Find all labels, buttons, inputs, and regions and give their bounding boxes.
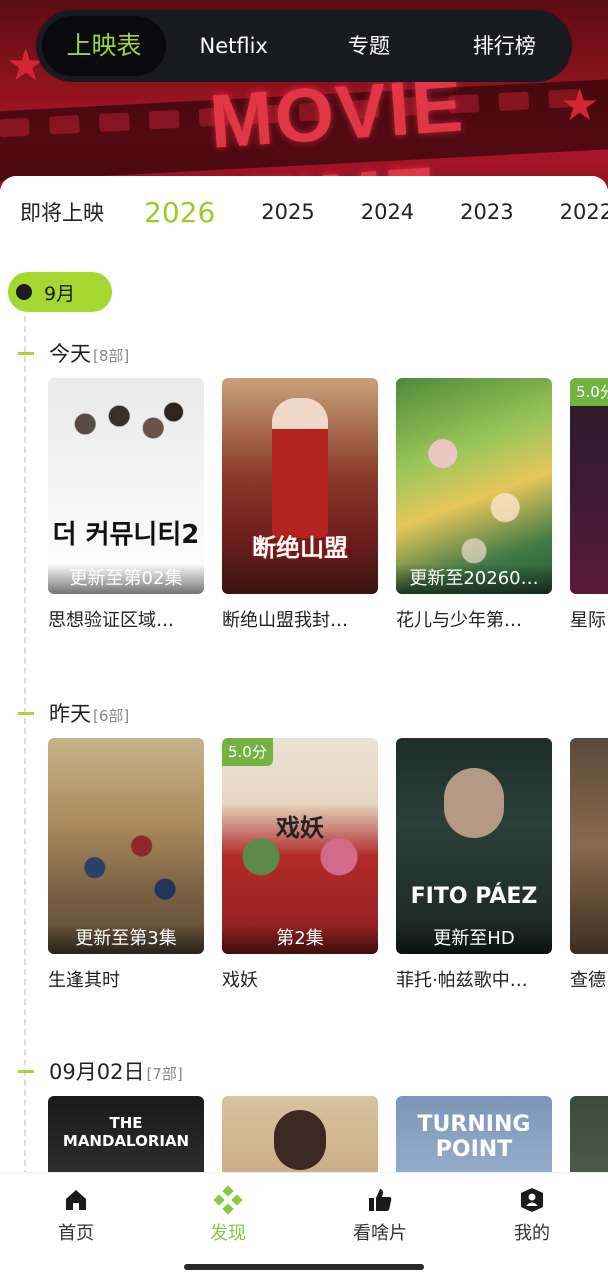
year-tab-2022[interactable]: 2022 (560, 200, 608, 224)
nav-home[interactable]: 首页 (0, 1173, 152, 1280)
month-marker: 9月 (8, 272, 112, 312)
star-icon: ★ (560, 80, 600, 131)
tab-schedule[interactable]: 上映表 (42, 16, 166, 76)
poster[interactable] (222, 1096, 378, 1176)
day-header: 今天 [8部] (18, 338, 129, 368)
movie-card[interactable]: 더 커뮤니티2 更新至第02集 思想验证区域… (48, 378, 204, 632)
day-header: 09月02日 [7部] (18, 1056, 183, 1086)
movie-title: 菲托·帕兹歌中… (396, 970, 528, 991)
year-tab-2025[interactable]: 2025 (261, 200, 314, 224)
episode-caption: 更新至20260… (396, 564, 552, 594)
movie-title: 花儿与少年第… (396, 610, 522, 631)
poster-text: THE MANDALORIAN (62, 1114, 190, 1150)
day-count: [6部] (93, 707, 130, 725)
movie-card[interactable]: TURNING POINT (396, 1096, 552, 1176)
poster[interactable]: 更新至第3集 (48, 738, 204, 954)
home-indicator[interactable] (184, 1264, 424, 1270)
poster[interactable]: THE MANDALORIAN (48, 1096, 204, 1176)
poster-text: 戏妖 (276, 814, 324, 842)
movie-card[interactable] (570, 1096, 608, 1176)
episode-caption: 更新至HD (396, 924, 552, 954)
discover-icon (213, 1185, 243, 1215)
tab-rankings[interactable]: 排行榜 (437, 16, 572, 76)
poster-text: 더 커뮤니티2 (52, 520, 200, 550)
nav-label: 看啥片 (353, 1223, 407, 1244)
day-name: 今天 (49, 342, 91, 366)
poster[interactable]: 5.0分 (570, 378, 608, 594)
year-tab-upcoming[interactable]: 即将上映 (20, 197, 104, 227)
poster[interactable] (570, 1096, 608, 1176)
thumbs-up-icon (365, 1185, 395, 1215)
year-tab-2023[interactable]: 2023 (460, 200, 513, 224)
content-sheet: 即将上映 2026 2025 2024 2023 2022 9月 今天 [8部] (0, 176, 608, 1176)
poster[interactable]: 断绝山盟 (222, 378, 378, 594)
day-name: 昨天 (49, 702, 91, 726)
top-tab-bar: 上映表 Netflix 专题 排行榜 (36, 10, 572, 82)
movie-card[interactable]: 5.0分 星际… (570, 378, 608, 632)
movie-card[interactable]: 更新至第3集 生逢其时 (48, 738, 204, 992)
movie-title: 星际… (570, 610, 608, 631)
timeline-tick (18, 1069, 34, 1073)
movie-card[interactable]: 断绝山盟 断绝山盟我封… (222, 378, 378, 632)
poster[interactable]: 更新至20260… (396, 378, 552, 594)
poster[interactable]: FITO PÁEZ 更新至HD (396, 738, 552, 954)
poster[interactable]: TURNING POINT (396, 1096, 552, 1176)
movie-title: 断绝山盟我封… (222, 610, 348, 631)
timeline-dot-icon (16, 284, 32, 300)
poster[interactable]: 戏妖 5.0分 第2集 (222, 738, 378, 954)
nav-label: 首页 (58, 1223, 94, 1244)
movie-title: 思想验证区域… (48, 610, 174, 631)
timeline-line (24, 306, 26, 1176)
year-tab-2026[interactable]: 2026 (144, 196, 215, 229)
timeline-tick (18, 711, 34, 715)
month-label: 9月 (44, 282, 76, 305)
poster-text: FITO PÁEZ (410, 884, 538, 909)
movie-card[interactable]: THE MANDALORIAN (48, 1096, 204, 1176)
movie-card[interactable] (222, 1096, 378, 1176)
poster-text: TURNING POINT (417, 1112, 531, 1162)
movie-card[interactable]: 戏妖 5.0分 第2集 戏妖 (222, 738, 378, 992)
day-name: 09月02日 (49, 1060, 145, 1084)
episode-caption: 更新至第3集 (48, 924, 204, 954)
day-count: [7部] (146, 1065, 183, 1083)
movie-title: 生逢其时 (48, 970, 120, 991)
home-icon (61, 1185, 91, 1215)
movie-title: 查德… (570, 970, 608, 991)
day-header: 昨天 [6部] (18, 698, 129, 728)
tab-topics[interactable]: 专题 (301, 16, 436, 76)
day-count: [8部] (93, 347, 130, 365)
hero-banner: ★ ★ MOVIE TIME 上映表 Netflix 专题 排行榜 (0, 0, 608, 200)
poster[interactable]: 더 커뮤니티2 更新至第02集 (48, 378, 204, 594)
app-screen: ★ ★ MOVIE TIME 上映表 Netflix 专题 排行榜 即将上映 2… (0, 0, 608, 1280)
year-tab-2024[interactable]: 2024 (361, 200, 414, 224)
nav-label: 我的 (514, 1223, 550, 1244)
movie-card[interactable]: 更新至20260… 花儿与少年第… (396, 378, 552, 632)
poster[interactable] (570, 738, 608, 954)
movie-card[interactable]: 查德… (570, 738, 608, 992)
timeline-tick (18, 351, 34, 355)
profile-icon (517, 1185, 547, 1215)
score-badge: 5.0分 (570, 378, 608, 406)
movie-card[interactable]: FITO PÁEZ 更新至HD 菲托·帕兹歌中… (396, 738, 552, 992)
score-badge: 5.0分 (222, 738, 273, 766)
year-tab-bar: 即将上映 2026 2025 2024 2023 2022 (20, 188, 608, 236)
movie-title: 戏妖 (222, 970, 258, 991)
nav-profile[interactable]: 我的 (456, 1173, 608, 1280)
poster-text: 断绝山盟 (252, 534, 348, 562)
episode-caption: 第2集 (222, 924, 378, 954)
tab-netflix[interactable]: Netflix (166, 16, 301, 76)
episode-caption: 更新至第02集 (48, 564, 204, 594)
nav-label: 发现 (210, 1223, 246, 1244)
